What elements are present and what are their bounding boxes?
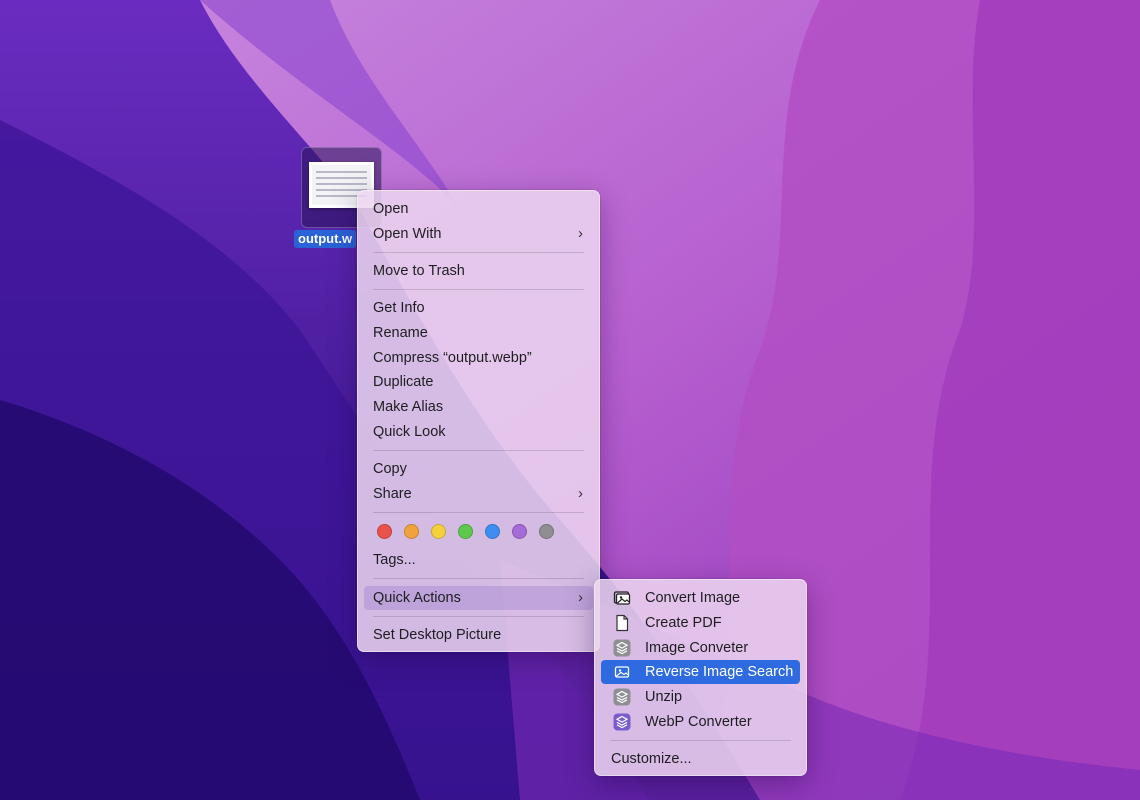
shortcuts-icon — [613, 688, 631, 706]
menu-separator — [373, 252, 584, 253]
shortcuts-icon — [613, 639, 631, 657]
file-name-label[interactable]: output.w — [294, 230, 357, 248]
menu-item-move-to-trash[interactable]: Move to Trash — [364, 259, 593, 283]
menu-item-tags[interactable]: Tags... — [364, 548, 593, 572]
menu-separator — [373, 578, 584, 579]
submenu-item-reverse-image-search[interactable]: Reverse Image Search — [601, 660, 800, 684]
menu-item-quick-look[interactable]: Quick Look — [364, 420, 593, 444]
menu-separator — [373, 616, 584, 617]
tag-color-blue[interactable] — [485, 524, 500, 539]
context-menu: Open Open With › Move to Trash Get Info R… — [357, 190, 600, 652]
tag-color-orange[interactable] — [404, 524, 419, 539]
submenu-item-image-conveter[interactable]: Image Conveter — [601, 636, 800, 660]
menu-item-copy[interactable]: Copy — [364, 457, 593, 481]
menu-item-duplicate[interactable]: Duplicate — [364, 370, 593, 394]
tag-color-purple[interactable] — [512, 524, 527, 539]
quick-actions-submenu: Convert Image Create PDF Image Conveter … — [594, 579, 807, 776]
images-icon — [613, 591, 631, 605]
tag-color-red[interactable] — [377, 524, 392, 539]
menu-item-make-alias[interactable]: Make Alias — [364, 395, 593, 419]
chevron-right-icon: › — [578, 485, 583, 502]
shortcuts-icon — [613, 713, 631, 731]
menu-item-quick-actions[interactable]: Quick Actions › — [364, 586, 593, 610]
tag-color-gray[interactable] — [539, 524, 554, 539]
chevron-right-icon: › — [578, 225, 583, 242]
menu-separator — [610, 740, 791, 741]
submenu-item-webp-converter[interactable]: WebP Converter — [601, 710, 800, 734]
menu-item-get-info[interactable]: Get Info — [364, 296, 593, 320]
submenu-item-customize[interactable]: Customize... — [601, 747, 800, 771]
tag-color-yellow[interactable] — [431, 524, 446, 539]
photo-icon — [614, 666, 630, 678]
menu-item-open[interactable]: Open — [364, 197, 593, 221]
submenu-item-create-pdf[interactable]: Create PDF — [601, 611, 800, 635]
tag-color-green[interactable] — [458, 524, 473, 539]
chevron-right-icon: › — [578, 589, 583, 606]
menu-item-open-with[interactable]: Open With › — [364, 222, 593, 246]
menu-separator — [373, 289, 584, 290]
menu-separator — [373, 512, 584, 513]
menu-item-rename[interactable]: Rename — [364, 321, 593, 345]
menu-item-share[interactable]: Share › — [364, 482, 593, 506]
submenu-item-convert-image[interactable]: Convert Image — [601, 586, 800, 610]
menu-item-set-desktop-picture[interactable]: Set Desktop Picture — [364, 623, 593, 647]
menu-item-compress[interactable]: Compress “output.webp” — [364, 346, 593, 370]
submenu-item-unzip[interactable]: Unzip — [601, 685, 800, 709]
document-icon — [616, 614, 629, 632]
menu-separator — [373, 450, 584, 451]
